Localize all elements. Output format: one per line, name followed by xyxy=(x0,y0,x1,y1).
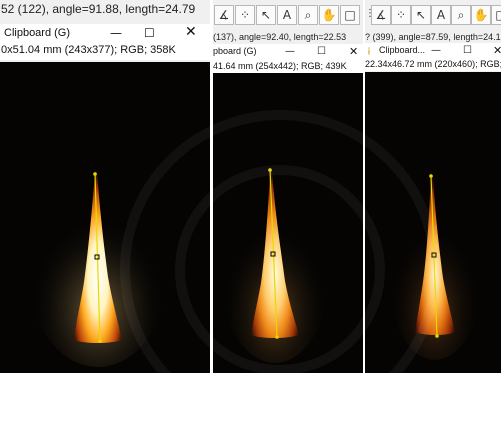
left-image-info: 0x51.04 mm (243x377); RGB; 358K xyxy=(0,44,210,60)
wand-tool-icon[interactable]: ↖ xyxy=(256,5,276,25)
middle-image-window: ∡ ⁘ ↖ A ⌕ ✋ □ (137), angle=92.40, length… xyxy=(213,0,363,373)
right-image-window: ⋮ ∡ ⁘ ↖ A ⌕ ✋ □ ? (399), angle=87.59, le… xyxy=(365,0,501,373)
middle-image-info: 41.64 mm (254x442); RGB; 439K xyxy=(213,61,363,73)
middle-toolbar: ∡ ⁘ ↖ A ⌕ ✋ □ xyxy=(213,0,363,30)
left-window-title: Clipboard (G) xyxy=(4,27,71,39)
right-window-title: Clipboard... xyxy=(379,45,426,55)
middle-minimize-button[interactable]: — xyxy=(285,45,295,59)
right-minimize-button[interactable]: — xyxy=(431,44,441,58)
left-flame-image xyxy=(28,172,168,367)
dropper-tool-icon[interactable]: □ xyxy=(340,5,360,25)
clipboard-app-icon: ¡ xyxy=(367,45,372,56)
hand-tool-icon[interactable]: ✋ xyxy=(471,5,491,25)
middle-window-title: pboard (G) xyxy=(213,46,257,56)
middle-status-bar: (137), angle=92.40, length=22.53 xyxy=(213,32,347,42)
middle-close-button[interactable]: ✕ xyxy=(349,45,358,59)
left-minimize-button[interactable]: — xyxy=(110,26,122,40)
middle-image-canvas[interactable] xyxy=(213,73,363,373)
right-image-info: 22.34x46.72 mm (220x460); RGB; 39 xyxy=(365,59,501,71)
multipoint-tool-icon[interactable]: ⁘ xyxy=(391,5,411,25)
wand-tool-icon[interactable]: ↖ xyxy=(411,5,431,25)
left-status-bar: 52 (122), angle=91.88, length=24.79 xyxy=(0,2,210,17)
angle-tool-icon[interactable]: ∡ xyxy=(214,5,234,25)
middle-title-bar[interactable]: pboard (G) — ☐ ✕ xyxy=(213,44,363,61)
left-image-canvas[interactable] xyxy=(0,62,210,373)
middle-flame-image xyxy=(220,168,330,363)
right-maximize-button[interactable]: ☐ xyxy=(463,44,472,58)
left-maximize-button[interactable]: ☐ xyxy=(144,26,155,40)
magnifier-tool-icon[interactable]: ⌕ xyxy=(298,5,318,25)
text-tool-icon[interactable]: A xyxy=(431,5,451,25)
hand-tool-icon[interactable]: ✋ xyxy=(319,5,339,25)
left-close-button[interactable]: ✕ xyxy=(185,25,197,39)
right-close-button[interactable]: ✕ xyxy=(493,44,501,58)
right-title-bar[interactable]: ¡ Clipboard... — ☐ ✕ xyxy=(365,43,501,60)
right-status-bar: ? (399), angle=87.59, length=24.19 xyxy=(365,32,501,42)
left-image-window: 52 (122), angle=91.88, length=24.79 Clip… xyxy=(0,0,210,373)
multipoint-tool-icon[interactable]: ⁘ xyxy=(235,5,255,25)
left-title-bar[interactable]: Clipboard (G) — ☐ ✕ xyxy=(0,24,210,44)
text-tool-icon[interactable]: A xyxy=(277,5,297,25)
right-image-canvas[interactable] xyxy=(365,72,501,373)
magnifier-tool-icon[interactable]: ⌕ xyxy=(451,5,471,25)
dropper-tool-icon[interactable]: □ xyxy=(491,5,501,25)
right-toolbar: ⋮ ∡ ⁘ ↖ A ⌕ ✋ □ xyxy=(365,0,501,30)
angle-tool-icon[interactable]: ∡ xyxy=(371,5,391,25)
middle-maximize-button[interactable]: ☐ xyxy=(317,45,326,59)
right-flame-image xyxy=(387,174,483,360)
